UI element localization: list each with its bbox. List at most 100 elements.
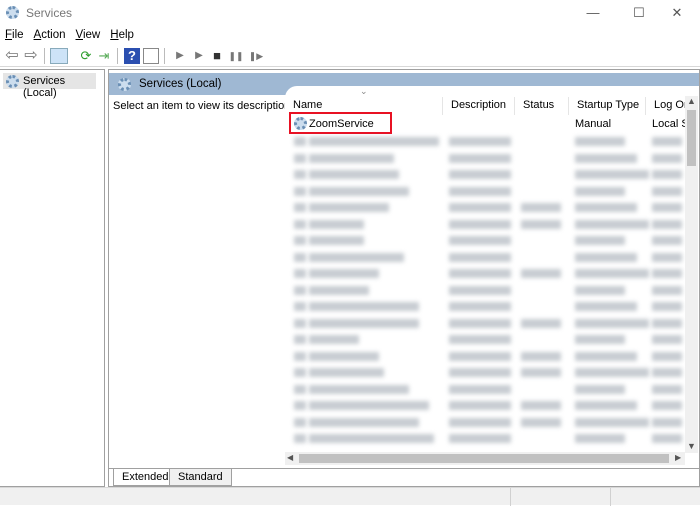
redacted-text <box>652 302 682 311</box>
restart-service-icon[interactable]: ❚▶ <box>248 48 264 64</box>
redacted-text <box>294 401 306 410</box>
vertical-scrollbar[interactable]: ▲ ▼ <box>685 96 698 453</box>
tree-item-services-local[interactable]: Services (Local) <box>3 73 96 99</box>
redacted-text <box>652 219 682 229</box>
tab-standard[interactable]: Standard <box>169 469 232 486</box>
table-row-redacted[interactable] <box>285 348 685 364</box>
menu-bar: File Action View Help <box>0 26 700 44</box>
table-row-redacted[interactable] <box>285 249 685 265</box>
table-row-redacted[interactable] <box>285 381 685 397</box>
start-service-icon[interactable]: ▶ <box>172 48 188 64</box>
menu-action[interactable]: Action <box>29 26 71 41</box>
redacted-text <box>521 219 561 229</box>
redacted-text <box>294 335 306 344</box>
table-row-redacted[interactable] <box>285 397 685 413</box>
table-row-redacted[interactable] <box>285 315 685 331</box>
tab-extended[interactable]: Extended <box>113 469 178 486</box>
redacted-text <box>449 434 511 443</box>
column-header-description[interactable]: Description <box>443 97 515 115</box>
table-row-redacted[interactable] <box>285 298 685 314</box>
redacted-text <box>652 170 682 179</box>
redacted-text <box>309 351 379 361</box>
redacted-text <box>449 335 511 344</box>
table-row-redacted[interactable] <box>285 199 685 215</box>
column-header-log-on-as[interactable]: Log Or <box>646 97 686 115</box>
table-row-redacted[interactable] <box>285 331 685 347</box>
table-row-redacted[interactable] <box>285 414 685 430</box>
scroll-up-icon[interactable]: ▲ <box>687 96 696 106</box>
help-icon[interactable]: ? <box>124 48 140 64</box>
redacted-text <box>294 137 306 146</box>
start-service-alt-icon[interactable]: ▶ <box>191 48 207 64</box>
table-row-redacted[interactable] <box>285 183 685 199</box>
scroll-thumb[interactable] <box>299 454 669 463</box>
redacted-text <box>309 219 364 229</box>
redacted-text <box>309 285 369 295</box>
table-row-redacted[interactable] <box>285 430 685 446</box>
pause-service-icon[interactable]: ❚❚ <box>228 48 244 64</box>
back-icon[interactable]: ⇦ <box>4 48 20 64</box>
table-row-redacted[interactable] <box>285 282 685 298</box>
table-row-redacted[interactable] <box>285 232 685 248</box>
table-row-redacted[interactable] <box>285 150 685 166</box>
redacted-text <box>449 384 511 394</box>
redacted-text <box>449 186 511 196</box>
redacted-text <box>294 351 306 361</box>
window-title: Services <box>26 6 73 20</box>
redacted-text <box>521 318 561 328</box>
menu-file[interactable]: File <box>0 26 29 41</box>
refresh-icon[interactable]: ⟳ <box>78 48 94 64</box>
table-row-redacted[interactable] <box>285 265 685 281</box>
redacted-text <box>309 417 419 427</box>
redacted-text <box>521 368 561 377</box>
redacted-text <box>309 318 419 328</box>
scroll-left-icon[interactable]: ◀ <box>287 453 293 462</box>
export-list-icon[interactable]: ⇥ <box>96 48 112 64</box>
redacted-text <box>449 153 511 163</box>
redacted-text <box>294 203 306 212</box>
forward-icon[interactable]: ⇨ <box>23 48 39 64</box>
redacted-text <box>294 384 306 394</box>
table-row-redacted[interactable] <box>285 166 685 182</box>
close-button[interactable]: ✕ <box>654 0 700 26</box>
redacted-text <box>652 186 682 196</box>
redacted-text <box>449 285 511 295</box>
redacted-text <box>575 351 637 361</box>
menu-help[interactable]: Help <box>105 26 139 41</box>
scroll-right-icon[interactable]: ▶ <box>675 453 681 462</box>
menu-view[interactable]: View <box>71 26 106 41</box>
redacted-text <box>449 252 511 262</box>
redacted-text <box>449 417 511 427</box>
title-bar: Services — ☐ ✕ <box>0 0 700 26</box>
redacted-text <box>294 170 306 179</box>
redacted-text <box>294 368 306 377</box>
properties-icon[interactable] <box>143 48 159 64</box>
table-row-redacted[interactable] <box>285 364 685 380</box>
minimize-button[interactable]: — <box>570 0 616 26</box>
redacted-text <box>521 269 561 278</box>
redacted-text <box>652 318 682 328</box>
redacted-text <box>575 269 649 278</box>
table-row-redacted[interactable] <box>285 216 685 232</box>
redacted-text <box>449 368 511 377</box>
scroll-thumb[interactable] <box>687 110 696 166</box>
redacted-text <box>652 269 682 278</box>
redacted-text <box>449 137 511 146</box>
redacted-text <box>309 170 399 179</box>
redacted-text <box>575 368 649 377</box>
column-header-status[interactable]: Status <box>515 97 569 115</box>
horizontal-scrollbar[interactable]: ◀ ▶ <box>285 452 685 465</box>
redacted-text <box>309 203 389 212</box>
services-icon <box>6 75 19 88</box>
table-row-redacted[interactable] <box>285 133 685 149</box>
redacted-text <box>521 401 561 410</box>
redacted-text <box>309 434 434 443</box>
redacted-text <box>309 236 364 245</box>
stop-service-icon[interactable]: ■ <box>209 48 225 64</box>
redacted-text <box>652 351 682 361</box>
redacted-text <box>575 153 637 163</box>
show-hide-console-tree-icon[interactable] <box>50 48 68 64</box>
scroll-down-icon[interactable]: ▼ <box>687 441 696 451</box>
column-header-startup-type[interactable]: Startup Type <box>569 97 646 115</box>
sort-chevron-icon: ⌄ <box>360 86 368 96</box>
